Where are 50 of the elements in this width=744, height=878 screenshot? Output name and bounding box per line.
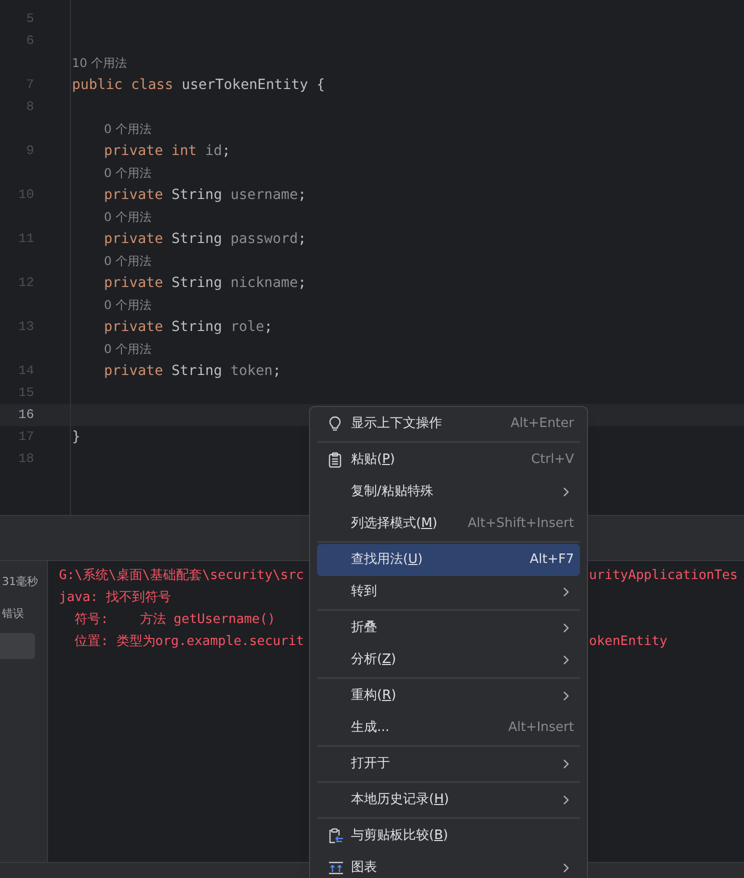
chevron-right-icon xyxy=(562,759,570,769)
menu-item[interactable]: 折叠 xyxy=(317,612,580,644)
chevron-right-icon xyxy=(562,795,570,805)
clipboard-compare-icon xyxy=(328,828,344,844)
code-line: private String nickname; xyxy=(104,274,306,292)
chevron-right-icon xyxy=(562,587,570,597)
menu-item[interactable]: 生成... Alt+Insert xyxy=(317,712,580,744)
code-line: private String token; xyxy=(104,362,282,380)
usage-hint[interactable]: 0 个用法 xyxy=(104,296,152,314)
code-line: } xyxy=(72,428,80,446)
menu-item[interactable]: 粘贴(P) Ctrl+V xyxy=(317,444,580,476)
console-error-text: 位置: 类型为org.example.securit xyxy=(74,633,304,652)
menu-item[interactable]: 列选择模式(M) Alt+Shift+Insert xyxy=(317,508,580,540)
run-tree-item[interactable]: 错误 xyxy=(0,601,47,627)
menu-item[interactable]: 分析(Z) xyxy=(317,644,580,676)
usage-hint[interactable]: 0 个用法 xyxy=(104,164,152,182)
usage-hint[interactable]: 10 个用法 xyxy=(72,54,128,72)
usage-hint[interactable]: 0 个用法 xyxy=(104,120,152,138)
console-error-text: okenEntity xyxy=(589,633,668,652)
menu-item[interactable]: 与剪贴板比较(B) xyxy=(317,820,580,852)
console-error-text: urityApplicationTes xyxy=(589,567,738,586)
menu-item[interactable]: 显示上下文操作 Alt+Enter xyxy=(317,408,580,440)
console-error-text: java: 找不到符号 xyxy=(59,589,171,608)
code-line: private String username; xyxy=(104,186,306,204)
chevron-right-icon xyxy=(562,487,570,497)
chevron-right-icon xyxy=(562,863,570,873)
usage-hint[interactable]: 0 个用法 xyxy=(104,252,152,270)
console-error-text: G:\系统\桌面\基础配套\security\src xyxy=(59,567,304,586)
clipboard-icon xyxy=(328,452,342,468)
line-number: 16 xyxy=(18,406,34,424)
code-line: private String role; xyxy=(104,318,273,336)
code-line: private String password; xyxy=(104,230,306,248)
run-tree-item[interactable]: 31毫秒 xyxy=(0,569,47,595)
lightbulb-icon xyxy=(328,416,342,432)
menu-item[interactable]: 本地历史记录(H) xyxy=(317,784,580,816)
chevron-right-icon xyxy=(562,623,570,633)
chevron-right-icon xyxy=(562,655,570,665)
chevron-right-icon xyxy=(562,691,570,701)
code-line: public class userTokenEntity { xyxy=(72,76,325,94)
usage-hint[interactable]: 0 个用法 xyxy=(104,340,152,358)
console-error-text: 符号: 方法 getUsername() xyxy=(74,611,276,630)
usage-hint[interactable]: 0 个用法 xyxy=(104,208,152,226)
menu-item[interactable]: 重构(R) xyxy=(317,680,580,712)
menu-item[interactable]: 图表 xyxy=(317,852,580,878)
code-line: private int id; xyxy=(104,142,230,160)
menu-item[interactable]: 打开于 xyxy=(317,748,580,780)
menu-item[interactable]: 复制/粘贴特殊 xyxy=(317,476,580,508)
menu-item[interactable]: 转到 xyxy=(317,576,580,608)
menu-item[interactable]: 查找用法(U) Alt+F7 xyxy=(317,544,580,576)
diagram-icon xyxy=(328,861,344,875)
